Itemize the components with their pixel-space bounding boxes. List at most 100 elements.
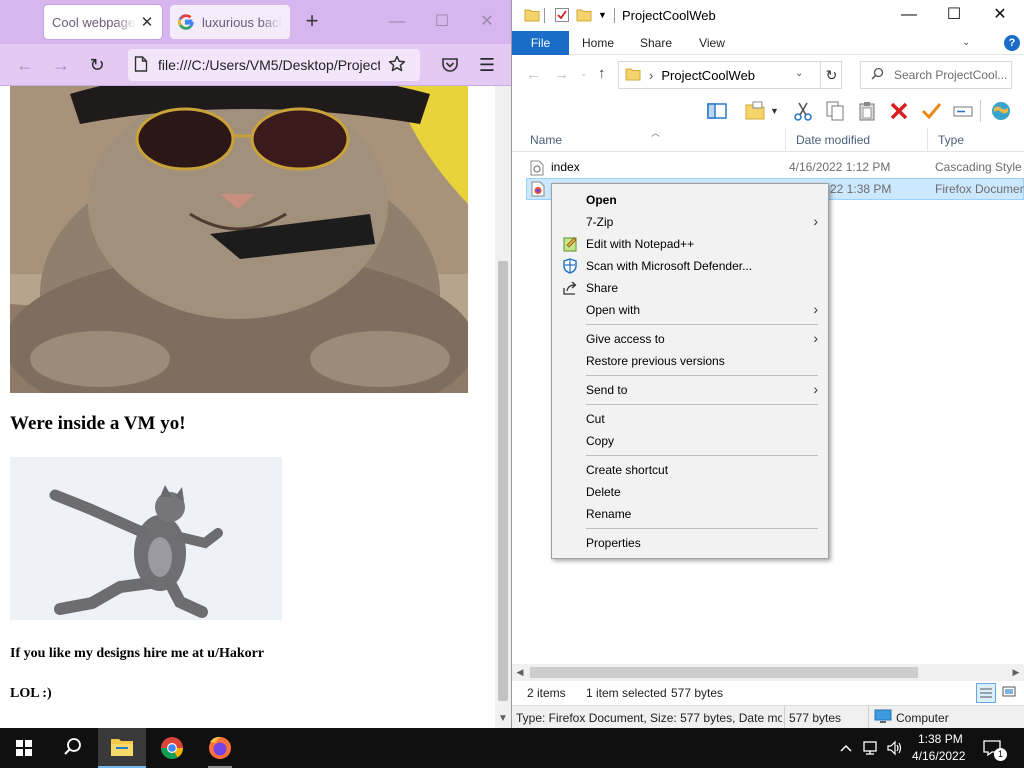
menu-item-scan-defender[interactable]: Scan with Microsoft Defender... <box>552 255 828 277</box>
quick-access-dropdown-icon[interactable]: ▼ <box>598 10 607 26</box>
back-button[interactable]: ← <box>12 52 38 78</box>
clock-date[interactable]: 4/16/2022 <box>912 749 965 763</box>
tab-home[interactable]: Home <box>576 31 620 55</box>
menu-item-copy[interactable]: Copy <box>552 430 828 452</box>
menu-item-open-with[interactable]: Open with › <box>552 299 828 321</box>
google-icon <box>178 14 194 30</box>
search-icon <box>871 67 884 83</box>
toolbar-divider <box>980 100 981 122</box>
search-placeholder: Search ProjectCool... <box>894 68 1008 82</box>
search-button[interactable] <box>48 728 96 768</box>
tab-view[interactable]: View <box>692 31 732 55</box>
title-divider <box>544 8 545 23</box>
tab-share[interactable]: Share <box>634 31 678 55</box>
properties-check-icon[interactable] <box>554 7 570 23</box>
checkmark-icon[interactable] <box>920 100 942 122</box>
tab-file[interactable]: File <box>512 31 569 55</box>
menu-label: Copy <box>586 434 615 448</box>
firefox-taskbar-button[interactable] <box>196 728 244 768</box>
column-date-modified[interactable]: Date modified <box>786 128 928 152</box>
address-box[interactable]: › ProjectCoolWeb ⌄ <box>618 61 842 89</box>
new-folder-icon[interactable] <box>576 7 592 23</box>
bookmark-star-icon[interactable] <box>388 55 406 76</box>
reload-button[interactable]: ↻ <box>84 52 110 78</box>
menu-item-open[interactable]: Open <box>552 189 828 211</box>
close-window-button[interactable]: ✕ <box>472 10 502 34</box>
delete-icon[interactable] <box>888 100 910 122</box>
details-view-icon[interactable] <box>976 683 996 703</box>
menu-item-delete[interactable]: Delete <box>552 481 828 503</box>
preview-pane-icon[interactable] <box>706 100 728 122</box>
file-explorer-taskbar-button[interactable] <box>98 728 146 768</box>
chrome-taskbar-button[interactable] <box>148 728 196 768</box>
file-details-text: Type: Firefox Document, Size: 577 bytes,… <box>516 711 782 725</box>
column-type[interactable]: Type <box>928 128 1024 152</box>
menu-item-give-access[interactable]: Give access to › <box>552 328 828 350</box>
page-scrollbar[interactable]: ▼ <box>495 86 511 728</box>
volume-icon[interactable] <box>886 739 904 760</box>
maximize-button[interactable]: ☐ <box>932 2 976 28</box>
copy-icon[interactable] <box>824 100 846 122</box>
menu-item-restore-versions[interactable]: Restore previous versions <box>552 350 828 372</box>
maximize-button[interactable]: ☐ <box>427 10 457 34</box>
forward-button[interactable]: → <box>48 52 74 78</box>
recent-locations-icon[interactable]: ⌄ <box>580 68 588 79</box>
tab-luxurious[interactable]: luxurious back <box>170 5 290 39</box>
forward-arrow-icon[interactable]: → <box>554 66 569 83</box>
minimize-button[interactable]: — <box>382 10 412 34</box>
scroll-down-icon[interactable]: ▼ <box>495 712 511 726</box>
folder-options-icon[interactable] <box>744 100 766 122</box>
taskbar: 1:38 PM 4/16/2022 1 <box>0 728 1024 768</box>
back-arrow-icon[interactable]: ← <box>526 66 541 83</box>
menu-item-cut[interactable]: Cut <box>552 408 828 430</box>
menu-label: Open <box>586 193 617 207</box>
menu-item-share[interactable]: Share <box>552 277 828 299</box>
tab-cool-webpage[interactable]: Cool webpage in ✕ <box>44 5 162 39</box>
file-row-index[interactable]: index 4/16/2022 1:12 PM Cascading Style … <box>526 157 1024 179</box>
file-date: 4/16/2022 1:12 PM <box>789 160 891 174</box>
start-button[interactable] <box>0 728 48 768</box>
refresh-button[interactable]: ↻ <box>820 61 842 89</box>
up-arrow-icon[interactable]: ↑ <box>598 65 606 82</box>
paste-icon[interactable] <box>856 100 878 122</box>
network-icon[interactable] <box>862 739 880 760</box>
computer-icon <box>874 709 892 728</box>
menu-item-properties[interactable]: Properties <box>552 532 828 554</box>
options-dropdown-icon[interactable]: ▼ <box>770 106 792 128</box>
firefox-window: Cool webpage in ✕ luxurious back + — ☐ ✕ <box>0 0 512 728</box>
rename-icon[interactable] <box>952 100 974 122</box>
menu-item-create-shortcut[interactable]: Create shortcut <box>552 459 828 481</box>
column-name[interactable]: Name <box>520 128 786 152</box>
scrollbar-thumb[interactable] <box>498 261 508 701</box>
close-tab-icon[interactable]: ✕ <box>140 13 154 31</box>
windows-logo-icon <box>16 740 32 756</box>
menu-separator <box>586 404 818 405</box>
selection-count: 1 item selected <box>586 686 667 700</box>
app-menu-button[interactable]: ☰ <box>474 52 500 78</box>
minimize-button[interactable]: — <box>887 2 931 28</box>
menu-item-send-to[interactable]: Send to › <box>552 379 828 401</box>
cut-icon[interactable] <box>792 100 814 122</box>
menu-item-rename[interactable]: Rename <box>552 503 828 525</box>
menu-item-edit-notepad[interactable]: Edit with Notepad++ <box>552 233 828 255</box>
url-bar[interactable]: file:///C:/Users/VM5/Desktop/Project <box>128 49 420 81</box>
pocket-icon[interactable] <box>441 56 459 77</box>
tab-title: luxurious back <box>202 14 282 30</box>
scroll-left-icon[interactable]: ◀ <box>512 664 528 681</box>
horizontal-scrollbar[interactable]: ◀ ▶ <box>512 664 1024 681</box>
status-bar: 2 items 1 item selected 577 bytes <box>512 681 1024 705</box>
large-icons-view-icon[interactable] <box>1000 683 1020 703</box>
globe-icon[interactable] <box>990 100 1012 122</box>
expand-ribbon-icon[interactable]: ⌄ <box>962 37 970 48</box>
close-window-button[interactable]: ✕ <box>978 2 1022 28</box>
scroll-right-icon[interactable]: ▶ <box>1008 664 1024 681</box>
new-tab-button[interactable]: + <box>300 10 324 34</box>
help-button[interactable]: ? <box>1004 35 1020 51</box>
menu-item-7zip[interactable]: 7-Zip › <box>552 211 828 233</box>
clock-time[interactable]: 1:38 PM <box>918 732 963 746</box>
scrollbar-thumb[interactable] <box>530 667 918 678</box>
address-dropdown-icon[interactable]: ⌄ <box>795 68 803 79</box>
show-hidden-icons-icon[interactable] <box>838 740 854 759</box>
search-box[interactable]: Search ProjectCool... <box>860 61 1012 89</box>
path-chevron-icon: › <box>649 67 654 83</box>
